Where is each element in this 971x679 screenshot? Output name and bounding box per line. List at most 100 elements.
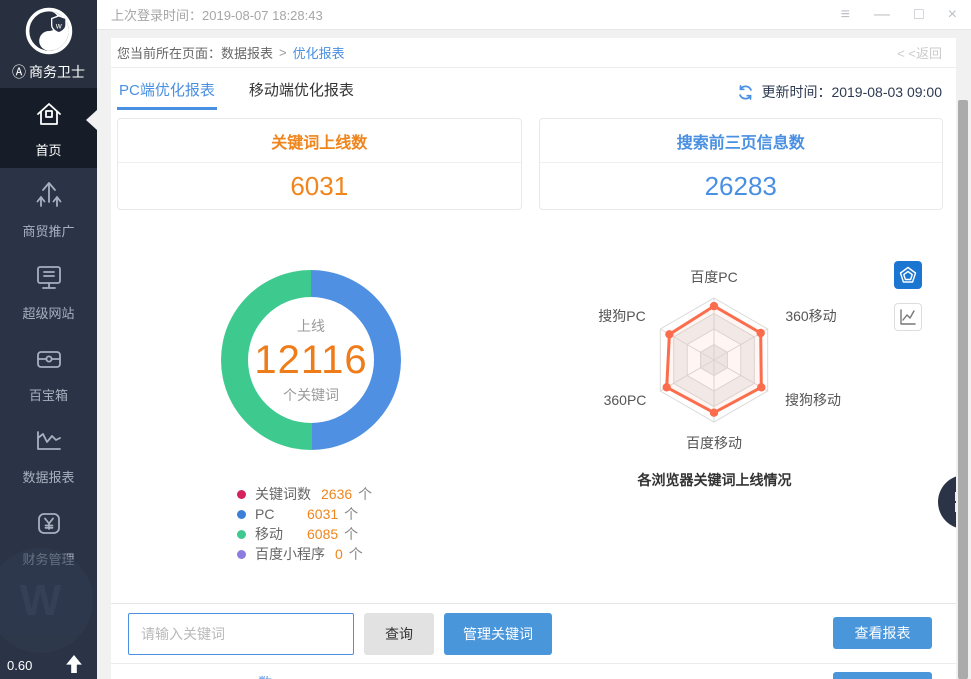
main-panel: 您当前所在页面： 数据报表 > 优化报表 < <返回 PC端优化报表 移动端优化… (111, 38, 956, 679)
legend-dot (237, 490, 246, 499)
minimize-icon[interactable]: — (874, 7, 890, 23)
report-chart-icon (32, 424, 66, 458)
brand-name: 商务卫士 (29, 62, 85, 82)
legend-unit: 个 (349, 544, 363, 564)
sidebar-item-label: 百宝箱 (29, 385, 68, 404)
refresh-time-text: 更新时间：2019-08-03 09:00 (761, 82, 942, 102)
legend-dot (237, 550, 246, 559)
keyword-footer: 查询 管理关键词 查看报表 查看报表 数 (111, 603, 956, 679)
next-section-partial-text: 数 (258, 673, 272, 679)
keyword-search-input[interactable] (128, 613, 354, 655)
brand-logo-letter: w (54, 21, 61, 30)
breadcrumb: 您当前所在页面： 数据报表 > 优化报表 < <返回 (111, 38, 956, 68)
scrollbar-track[interactable] (956, 30, 971, 679)
stat-card-title: 关键词上线数 (118, 119, 521, 163)
radar-axis-sogou-pc: 搜狗PC (598, 306, 645, 326)
stat-card-title: 搜索前三页信息数 (540, 119, 943, 163)
radar-chart-title: 各浏览器关键词上线情况 (627, 470, 802, 490)
watermark-letter: W (20, 576, 62, 626)
sidebar-item-reports[interactable]: 数据报表 (0, 414, 97, 496)
brand-badge-icon: Ⓐ (12, 62, 26, 82)
legend-item-mobile[interactable]: 移动 6085 个 (237, 524, 372, 544)
legend-unit: 个 (344, 504, 358, 524)
last-login-text: 上次登录时间：2019-08-07 18:28:43 (111, 5, 323, 24)
tab-pc-report[interactable]: PC端优化报表 (117, 73, 217, 110)
sidebar-item-toolbox[interactable]: 百宝箱 (0, 332, 97, 414)
stat-card-value: 6031 (118, 163, 521, 209)
radar-axis-baidu-mobile: 百度移动 (686, 433, 742, 453)
back-link[interactable]: < <返回 (897, 43, 942, 62)
legend-item-pc[interactable]: PC 6031 个 (237, 504, 372, 524)
version-label: 0.60 (7, 658, 32, 673)
refresh-area: 更新时间：2019-08-03 09:00 (737, 82, 942, 110)
titlebar: 上次登录时间：2019-08-07 18:28:43 ≡ — □ × (97, 0, 971, 30)
donut-center-value: 12116 (254, 338, 367, 383)
stat-cards: 关键词上线数 6031 搜索前三页信息数 26283 (117, 118, 943, 210)
toolbox-icon (32, 342, 66, 376)
scrollbar-thumb[interactable] (958, 100, 968, 679)
promote-arrows-icon (32, 178, 66, 212)
legend-dot (237, 510, 246, 519)
radar-axis-baidu-pc: 百度PC (690, 267, 737, 287)
radar-grid-svg (599, 264, 829, 456)
breadcrumb-section: 数据报表 (221, 43, 273, 62)
maximize-icon[interactable]: □ (914, 7, 924, 23)
sidebar-item-label: 首页 (35, 140, 61, 159)
stat-card-top3-info: 搜索前三页信息数 26283 (539, 118, 944, 210)
donut-chart: 上线 12116 个关键词 (221, 270, 401, 450)
home-icon (32, 97, 66, 131)
radar-chart: 百度PC 360移动 搜狗移动 百度移动 360PC 搜狗PC (599, 264, 829, 456)
line-chart-view-button[interactable] (894, 303, 922, 331)
menu-icon[interactable]: ≡ (841, 7, 850, 23)
sidebar-item-label: 商贸推广 (22, 221, 74, 240)
sidebar-item-label: 超级网站 (22, 303, 74, 322)
query-button[interactable]: 查询 (364, 613, 434, 655)
stat-card-value: 26283 (540, 163, 943, 209)
chart-type-toggles (894, 261, 922, 331)
legend-label: 关键词数 (255, 484, 311, 504)
sidebar-item-website[interactable]: 超级网站 (0, 250, 97, 332)
refresh-icon[interactable] (737, 84, 754, 101)
legend-unit: 个 (358, 484, 372, 504)
breadcrumb-current[interactable]: 优化报表 (293, 43, 345, 62)
app-window: w Ⓐ 商务卫士 首页 (0, 0, 971, 679)
legend-label: 百度小程序 (255, 544, 325, 564)
legend-label: 移动 (255, 524, 297, 544)
brand-logo-icon: w (24, 6, 74, 56)
tab-mobile-report[interactable]: 移动端优化报表 (247, 73, 356, 110)
legend-unit: 个 (344, 524, 358, 544)
sidebar-brand: w Ⓐ 商务卫士 (0, 0, 97, 88)
sidebar-item-label: 数据报表 (22, 467, 74, 486)
radar-axis-360-mobile: 360移动 (785, 306, 836, 326)
sidebar: w Ⓐ 商务卫士 首页 (0, 0, 97, 679)
chart-legend: 关键词数 2636 个 PC 6031 个 移动 6085 个 百度小程序 0 … (237, 484, 372, 564)
legend-value: 6031 (307, 506, 338, 522)
sidebar-item-home[interactable]: 首页 (0, 88, 97, 168)
legend-value: 2636 (321, 486, 352, 502)
radar-axis-sogou-mobile: 搜狗移动 (785, 390, 841, 410)
legend-dot (237, 530, 246, 539)
legend-value: 6085 (307, 526, 338, 542)
finance-yuan-icon (32, 506, 66, 540)
breadcrumb-separator: > (279, 45, 287, 60)
legend-label: PC (255, 506, 297, 522)
manage-keywords-button[interactable]: 管理关键词 (444, 613, 552, 655)
footer-divider (111, 663, 956, 664)
view-report-button[interactable]: 查看报表 (833, 617, 932, 649)
active-item-notch (86, 110, 97, 130)
sidebar-item-promotion[interactable]: 商贸推广 (0, 168, 97, 250)
legend-value: 0 (335, 546, 343, 562)
window-controls: ≡ — □ × (841, 7, 957, 23)
scroll-to-top-button[interactable] (65, 655, 83, 673)
breadcrumb-prefix: 您当前所在页面： (117, 43, 221, 62)
legend-item-keywords[interactable]: 关键词数 2636 个 (237, 484, 372, 504)
monitor-icon (32, 260, 66, 294)
view-report-button-partial[interactable]: 查看报表 (833, 672, 932, 679)
close-icon[interactable]: × (948, 7, 957, 23)
tab-bar: PC端优化报表 移动端优化报表 更新时间：2019-08-03 09:00 (117, 74, 942, 110)
donut-center-label: 上线 (297, 316, 325, 336)
radar-view-button[interactable] (894, 261, 922, 289)
legend-item-baidu-miniprogram[interactable]: 百度小程序 0 个 (237, 544, 372, 564)
stat-card-keywords-online: 关键词上线数 6031 (117, 118, 522, 210)
radar-axis-360-pc: 360PC (604, 392, 647, 408)
